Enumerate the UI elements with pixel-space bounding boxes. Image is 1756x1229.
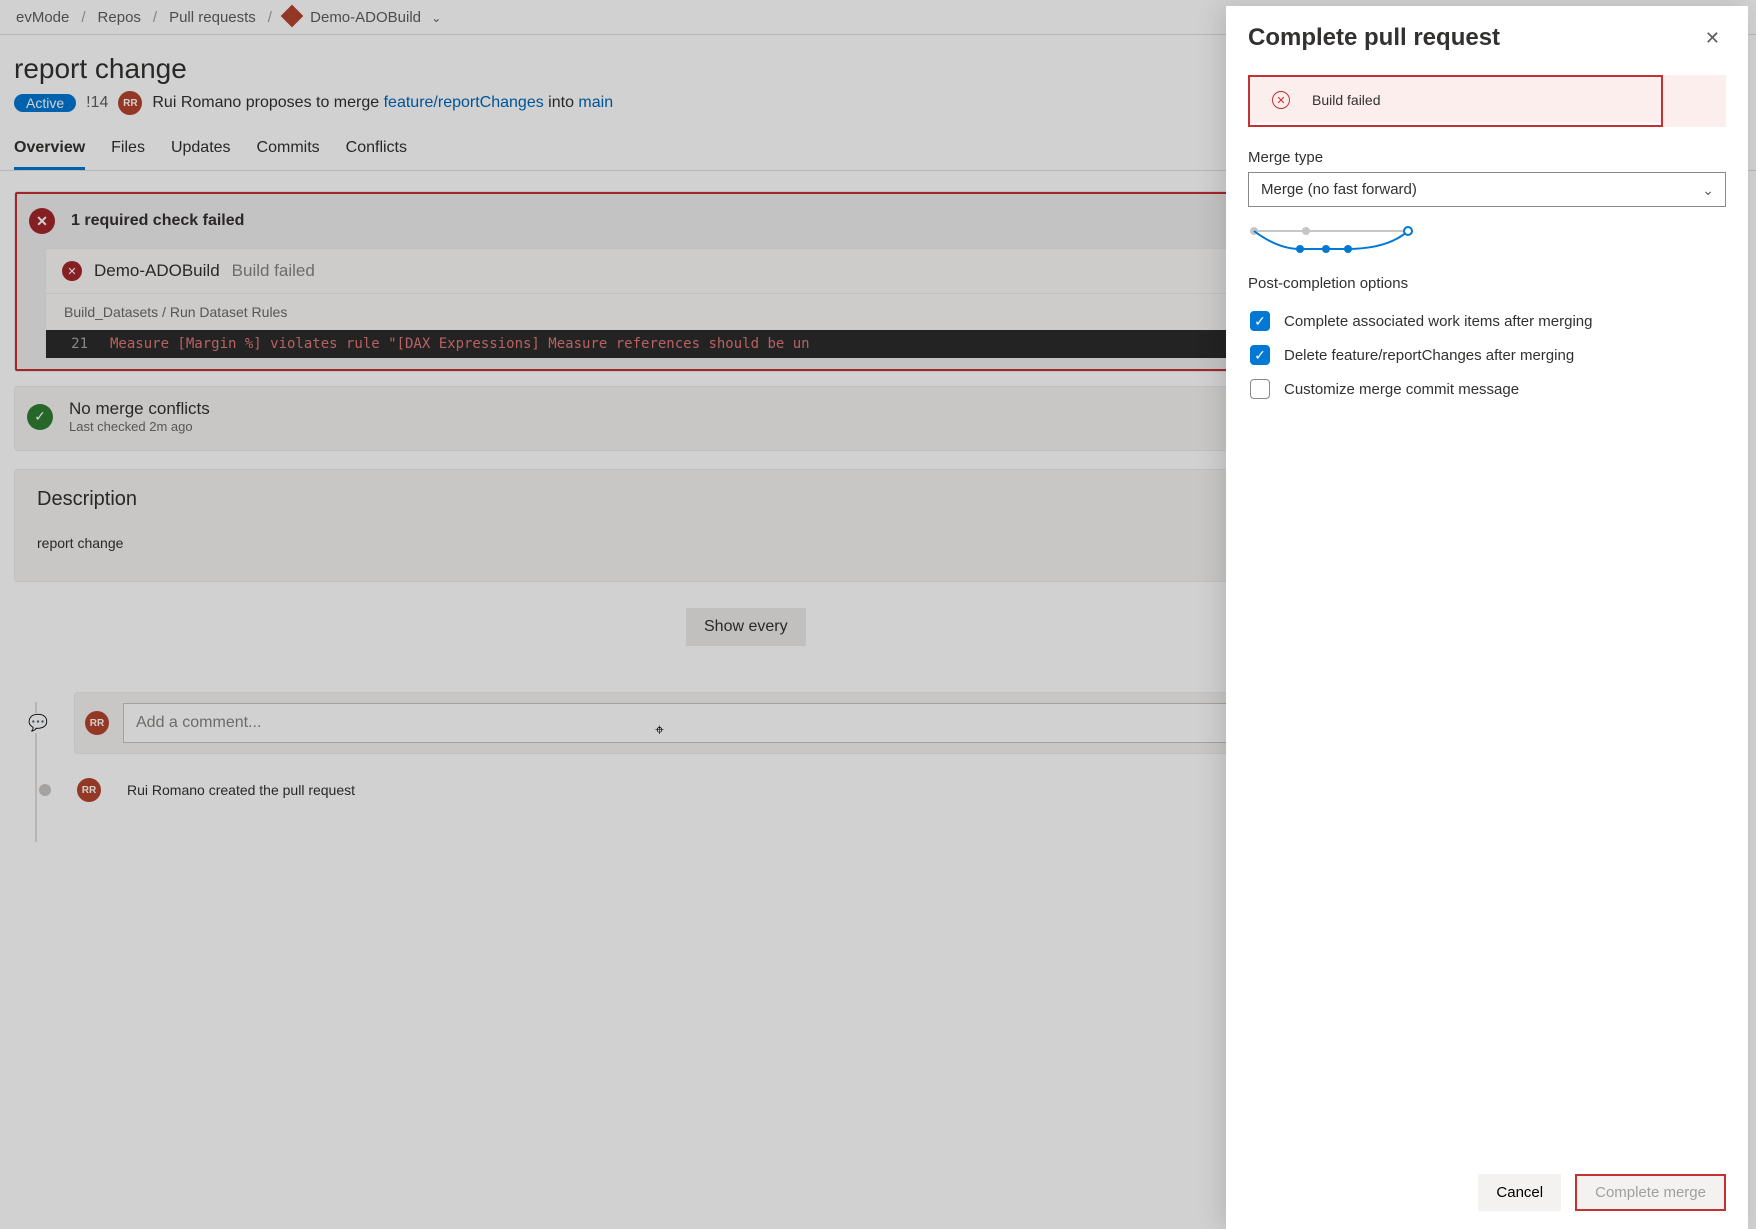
option-label: Complete associated work items after mer… (1284, 313, 1592, 330)
panel-title: Complete pull request (1248, 24, 1500, 52)
option-delete-branch[interactable]: ✓ Delete feature/reportChanges after mer… (1248, 338, 1726, 372)
build-failed-alert: ✕ Build failed (1248, 75, 1663, 127)
option-complete-work-items[interactable]: ✓ Complete associated work items after m… (1248, 304, 1726, 338)
option-label: Delete feature/reportChanges after mergi… (1284, 347, 1574, 364)
fail-icon: ✕ (1272, 91, 1290, 109)
checkbox-icon: ✓ (1250, 345, 1270, 365)
option-customize-message[interactable]: Customize merge commit message (1248, 372, 1726, 406)
merge-type-value: Merge (no fast forward) (1248, 172, 1726, 207)
option-label: Customize merge commit message (1284, 381, 1519, 398)
cancel-button[interactable]: Cancel (1478, 1174, 1561, 1211)
merge-type-label: Merge type (1248, 149, 1726, 166)
post-completion-heading: Post-completion options (1248, 275, 1726, 292)
checkbox-icon: ✓ (1250, 311, 1270, 331)
build-failed-text: Build failed (1312, 92, 1381, 108)
close-icon[interactable]: ✕ (1699, 24, 1726, 53)
checkbox-icon (1250, 379, 1270, 399)
complete-pr-panel: Complete pull request ✕ ✕ Build failed M… (1226, 6, 1748, 1229)
complete-merge-button[interactable]: Complete merge (1575, 1174, 1726, 1211)
merge-type-select[interactable]: Merge (no fast forward) ⌄ (1248, 172, 1726, 207)
merge-graph-icon (1248, 225, 1418, 255)
cursor-icon: ⌖ (655, 722, 664, 740)
